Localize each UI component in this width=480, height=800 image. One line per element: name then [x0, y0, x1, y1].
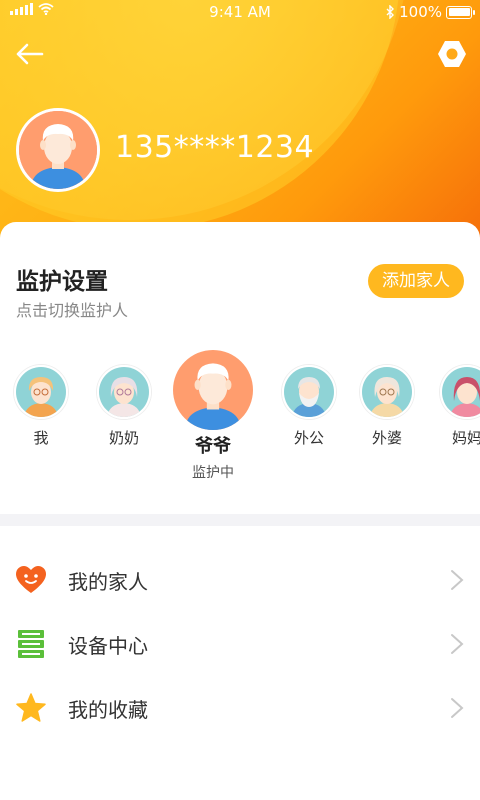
menu-label: 设备中心: [68, 633, 148, 658]
guardian-title: 监护设置: [16, 269, 108, 295]
grandpa-avatar-icon: [19, 111, 97, 189]
member-grandma[interactable]: 奶奶: [96, 365, 152, 448]
menu-item-device-center[interactable]: 设备中心: [0, 612, 480, 676]
grandpa-avatar: [173, 350, 253, 430]
menu-list: 我的家人 设备中心 我的收藏: [0, 548, 480, 740]
chevron-right-icon: [451, 570, 464, 590]
arrow-left-icon: [16, 43, 44, 65]
user-avatar[interactable]: [16, 108, 100, 192]
member-name: 外婆: [371, 429, 402, 447]
star-icon: [16, 693, 46, 723]
member-name: 我: [33, 429, 49, 447]
member-name: 外公: [293, 429, 324, 447]
status-bar: 9:41 AM 100%: [0, 0, 480, 24]
menu-item-favorites[interactable]: 我的收藏: [0, 676, 480, 740]
member-maternal-grandma[interactable]: 外婆: [360, 365, 414, 448]
woman-glasses-avatar: [14, 365, 68, 419]
bluetooth-icon: [386, 5, 395, 19]
member-name: 爷爷: [195, 436, 231, 457]
bearded-grandpa-avatar: [282, 365, 336, 419]
guardian-subtitle: 点击切换监护人: [16, 301, 129, 320]
member-name: 奶奶: [108, 429, 139, 447]
member-mom[interactable]: 妈妈: [440, 365, 480, 448]
member-me[interactable]: 我: [14, 365, 68, 448]
user-phone: 135****1234: [115, 130, 315, 165]
chevron-right-icon: [451, 634, 464, 654]
heart-face-icon: [16, 565, 46, 595]
menu-label: 我的家人: [68, 569, 148, 594]
member-grandpa[interactable]: 爷爷 监护中: [170, 350, 256, 482]
chevron-right-icon: [451, 698, 464, 718]
hexagon-gear-icon: [438, 41, 466, 67]
grandma-avatar: [97, 365, 151, 419]
settings-button[interactable]: [436, 38, 468, 70]
menu-label: 我的收藏: [68, 697, 148, 722]
server-icon: [16, 629, 46, 659]
guardian-card: 监护设置 点击切换监护人 添加家人 我 奶奶 爷爷 监护中 外公 外婆 妈妈: [0, 222, 480, 514]
battery-icon: [446, 5, 475, 19]
guardian-status: 监护中: [192, 465, 234, 481]
grandma-bun-avatar: [360, 365, 414, 419]
section-divider: [0, 514, 480, 526]
member-name: 妈妈: [451, 429, 480, 447]
woman-avatar: [440, 365, 480, 419]
add-family-button[interactable]: 添加家人: [368, 264, 464, 298]
back-button[interactable]: [14, 38, 46, 70]
member-maternal-grandpa[interactable]: 外公: [282, 365, 336, 448]
menu-item-my-family[interactable]: 我的家人: [0, 548, 480, 612]
profile-header: 9:41 AM 100% 135****1234: [0, 0, 480, 250]
battery-percent: 100%: [399, 3, 442, 21]
